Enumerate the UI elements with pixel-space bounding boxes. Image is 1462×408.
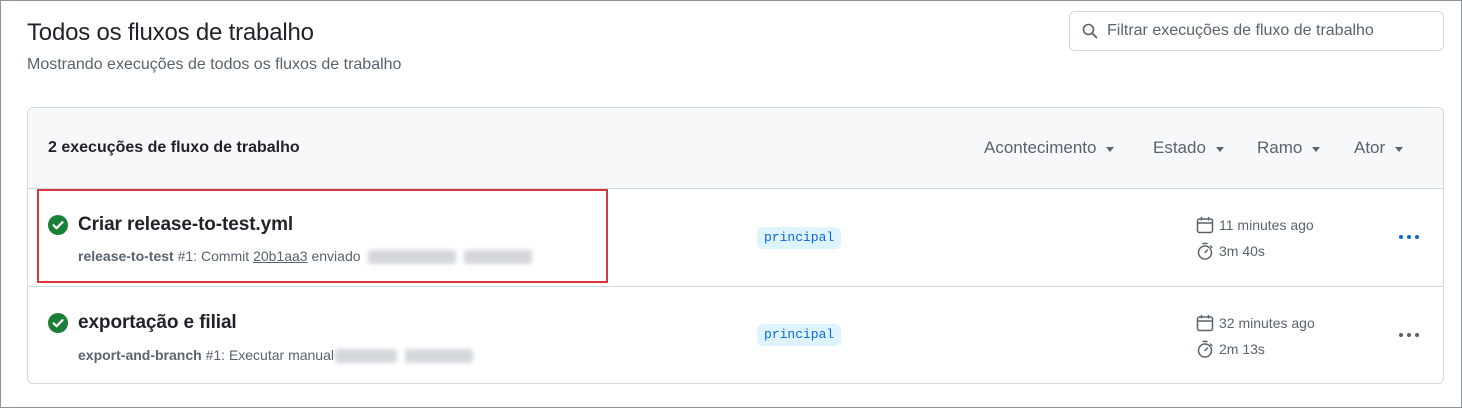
chevron-down-icon [1312,146,1321,152]
run-time: 32 minutes ago [1196,314,1315,332]
filter-actor-dropdown[interactable]: Ator [1354,138,1404,158]
chevron-down-icon [1395,146,1404,152]
filter-status-label: Estado [1153,138,1206,157]
search-input[interactable] [1107,22,1427,40]
run-title-link[interactable]: exportação e filial [78,312,237,334]
run-time: 11 minutes ago [1196,216,1314,234]
kebab-horizontal-icon [1399,333,1419,337]
stopwatch-icon [1197,340,1213,358]
highlight-annotation-box [37,189,608,283]
branch-badge[interactable]: principal [757,324,842,346]
duration: 3m 40s [1219,243,1265,259]
filter-branch-label: Ramo [1257,138,1303,157]
run-duration: 2m 13s [1196,340,1265,358]
list-header: 2 execuções de fluxo de trabalho Acontec… [28,108,1443,189]
search-icon [1082,23,1098,39]
chevron-down-icon [1106,146,1115,152]
run-number: #1: [205,347,226,363]
time-ago: 11 minutes ago [1219,217,1314,233]
run-meta: export-and-branch #1: Executar manual [78,347,473,364]
table-row[interactable]: exportação e filial export-and-branch #1… [28,286,1443,383]
calendar-icon [1196,315,1214,332]
filter-event-dropdown[interactable]: Acontecimento [984,138,1115,158]
page-subtitle: Mostrando execuções de todos os fluxos d… [27,56,402,73]
kebab-horizontal-icon [1399,235,1419,239]
run-menu-button[interactable] [1396,226,1422,248]
calendar-icon [1196,217,1214,234]
check-circle-icon [48,313,68,333]
run-duration: 3m 40s [1196,242,1265,260]
filter-actor-label: Ator [1354,138,1386,157]
event-text: Executar manual [228,347,334,363]
stopwatch-icon [1197,242,1213,260]
workflow-name[interactable]: export-and-branch [78,347,202,363]
filter-branch-dropdown[interactable]: Ramo [1257,138,1321,158]
filter-status-dropdown[interactable]: Estado [1153,138,1224,158]
filter-event-label: Acontecimento [984,138,1097,157]
branch-badge[interactable]: principal [757,227,842,249]
redacted-actor [404,349,473,364]
runs-count: 2 execuções de fluxo de trabalho [48,139,300,156]
page-title: Todos os fluxos de trabalho [27,19,314,46]
chevron-down-icon [1215,146,1224,152]
search-box[interactable] [1069,11,1444,51]
time-ago: 32 minutes ago [1219,315,1315,331]
run-menu-button[interactable] [1396,324,1422,346]
redacted-text [335,349,397,364]
duration: 2m 13s [1219,341,1265,357]
